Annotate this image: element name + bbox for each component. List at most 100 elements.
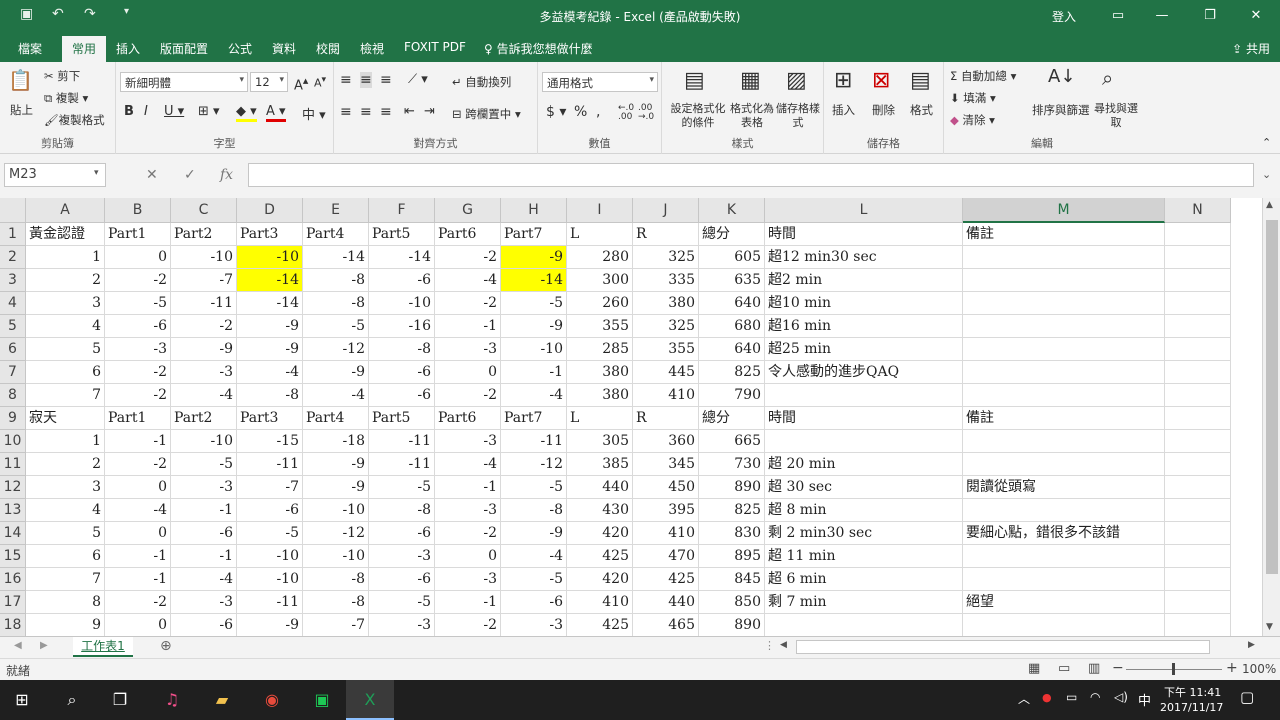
cell-e7[interactable]: -9 <box>303 361 369 384</box>
excel-taskbar-item[interactable]: X <box>346 680 394 720</box>
scroll-up-icon[interactable]: ▲ <box>1266 200 1273 210</box>
cell-j10[interactable]: 360 <box>633 430 699 453</box>
cell-l2[interactable]: 超12 min30 sec <box>765 246 963 269</box>
cell-j6[interactable]: 355 <box>633 338 699 361</box>
cell-c12[interactable]: -3 <box>171 476 237 499</box>
task-view-icon[interactable]: ❐ <box>108 688 132 712</box>
column-header-e[interactable]: E <box>303 198 369 223</box>
cell-g15[interactable]: 0 <box>435 545 501 568</box>
column-header-b[interactable]: B <box>105 198 171 223</box>
cell-j16[interactable]: 425 <box>633 568 699 591</box>
cell-m1[interactable]: 備註 <box>963 223 1165 246</box>
wifi-icon[interactable]: ◠ <box>1090 690 1100 704</box>
cell-a9[interactable]: 寂天 <box>26 407 105 430</box>
vertical-scroll-thumb[interactable] <box>1266 220 1278 574</box>
cell-k4[interactable]: 640 <box>699 292 765 315</box>
column-header-j[interactable]: J <box>633 198 699 223</box>
merge-center-button[interactable]: ⊟ 跨欄置中 ▾ <box>452 106 521 122</box>
cell-n3[interactable] <box>1165 269 1231 292</box>
cell-g3[interactable]: -4 <box>435 269 501 292</box>
cell-d7[interactable]: -4 <box>237 361 303 384</box>
cell-c4[interactable]: -11 <box>171 292 237 315</box>
cell-c10[interactable]: -10 <box>171 430 237 453</box>
align-top-icon[interactable]: ≡ <box>340 72 352 88</box>
cell-m11[interactable] <box>963 453 1165 476</box>
row-header-5[interactable]: 5 <box>0 315 26 338</box>
expand-formula-icon[interactable]: ⌄ <box>1262 168 1271 181</box>
tray-expand-icon[interactable]: ︿ <box>1018 690 1030 707</box>
row-header-3[interactable]: 3 <box>0 269 26 292</box>
wrap-text-button[interactable]: ↵ 自動換列 <box>452 74 511 90</box>
cell-n14[interactable] <box>1165 522 1231 545</box>
column-header-a[interactable]: A <box>26 198 105 223</box>
battery-icon[interactable]: ▭ <box>1066 690 1077 704</box>
increase-indent-icon[interactable]: ⇥ <box>424 104 435 119</box>
cell-h10[interactable]: -11 <box>501 430 567 453</box>
cell-l7[interactable]: 令人感動的進步QAQ <box>765 361 963 384</box>
cell-d18[interactable]: -9 <box>237 614 303 636</box>
row-header-10[interactable]: 10 <box>0 430 26 453</box>
cell-d5[interactable]: -9 <box>237 315 303 338</box>
cell-m10[interactable] <box>963 430 1165 453</box>
cell-c1[interactable]: Part2 <box>171 223 237 246</box>
cell-h2[interactable]: -9 <box>501 246 567 269</box>
cell-h15[interactable]: -4 <box>501 545 567 568</box>
cell-i18[interactable]: 425 <box>567 614 633 636</box>
tab-data[interactable]: 資料 <box>272 40 296 57</box>
cell-m18[interactable] <box>963 614 1165 636</box>
cell-b8[interactable]: -2 <box>105 384 171 407</box>
cell-n5[interactable] <box>1165 315 1231 338</box>
cell-e2[interactable]: -14 <box>303 246 369 269</box>
cell-g7[interactable]: 0 <box>435 361 501 384</box>
cell-c11[interactable]: -5 <box>171 453 237 476</box>
cell-k5[interactable]: 680 <box>699 315 765 338</box>
cell-n6[interactable] <box>1165 338 1231 361</box>
cell-j5[interactable]: 325 <box>633 315 699 338</box>
insert-button[interactable]: 插入 <box>832 102 855 118</box>
cell-n8[interactable] <box>1165 384 1231 407</box>
cell-i11[interactable]: 385 <box>567 453 633 476</box>
cell-f4[interactable]: -10 <box>369 292 435 315</box>
grow-font-icon[interactable]: A▴ <box>294 74 308 93</box>
copy-button[interactable]: ⧉ 複製 ▾ <box>44 90 88 106</box>
cell-k12[interactable]: 890 <box>699 476 765 499</box>
cell-i13[interactable]: 430 <box>567 499 633 522</box>
normal-view-icon[interactable]: ▦ <box>1028 661 1040 676</box>
cell-n4[interactable] <box>1165 292 1231 315</box>
cell-n9[interactable] <box>1165 407 1231 430</box>
cell-i6[interactable]: 285 <box>567 338 633 361</box>
underline-button[interactable]: U ▾ <box>164 104 184 119</box>
cell-h14[interactable]: -9 <box>501 522 567 545</box>
cell-f10[interactable]: -11 <box>369 430 435 453</box>
comma-icon[interactable]: , <box>596 104 600 120</box>
cell-n13[interactable] <box>1165 499 1231 522</box>
cell-b17[interactable]: -2 <box>105 591 171 614</box>
close-button[interactable]: ✕ <box>1236 4 1276 28</box>
cell-d11[interactable]: -11 <box>237 453 303 476</box>
cell-j9[interactable]: R <box>633 407 699 430</box>
cell-n16[interactable] <box>1165 568 1231 591</box>
cell-f12[interactable]: -5 <box>369 476 435 499</box>
increase-decimal-icon[interactable]: ←.0.00 <box>618 104 634 122</box>
tab-split-handle[interactable]: ⋮ <box>764 639 775 652</box>
cell-l4[interactable]: 超10 min <box>765 292 963 315</box>
cell-g9[interactable]: Part6 <box>435 407 501 430</box>
cell-i8[interactable]: 380 <box>567 384 633 407</box>
cell-e1[interactable]: Part4 <box>303 223 369 246</box>
cell-a2[interactable]: 1 <box>26 246 105 269</box>
line-app-icon[interactable]: ▣ <box>310 688 334 712</box>
cancel-icon[interactable]: ✕ <box>146 167 158 183</box>
cell-a1[interactable]: 黃金認證 <box>26 223 105 246</box>
cell-k6[interactable]: 640 <box>699 338 765 361</box>
cell-b14[interactable]: 0 <box>105 522 171 545</box>
cell-m12[interactable]: 閱讀從頭寫 <box>963 476 1165 499</box>
cell-a7[interactable]: 6 <box>26 361 105 384</box>
cell-h3[interactable]: -14 <box>501 269 567 292</box>
cell-i3[interactable]: 300 <box>567 269 633 292</box>
phonetic-icon[interactable]: 中 ▾ <box>302 104 326 123</box>
scroll-left-icon[interactable]: ◀ <box>780 640 787 650</box>
column-header-c[interactable]: C <box>171 198 237 223</box>
cell-f7[interactable]: -6 <box>369 361 435 384</box>
tab-formulas[interactable]: 公式 <box>228 40 252 57</box>
cell-a3[interactable]: 2 <box>26 269 105 292</box>
